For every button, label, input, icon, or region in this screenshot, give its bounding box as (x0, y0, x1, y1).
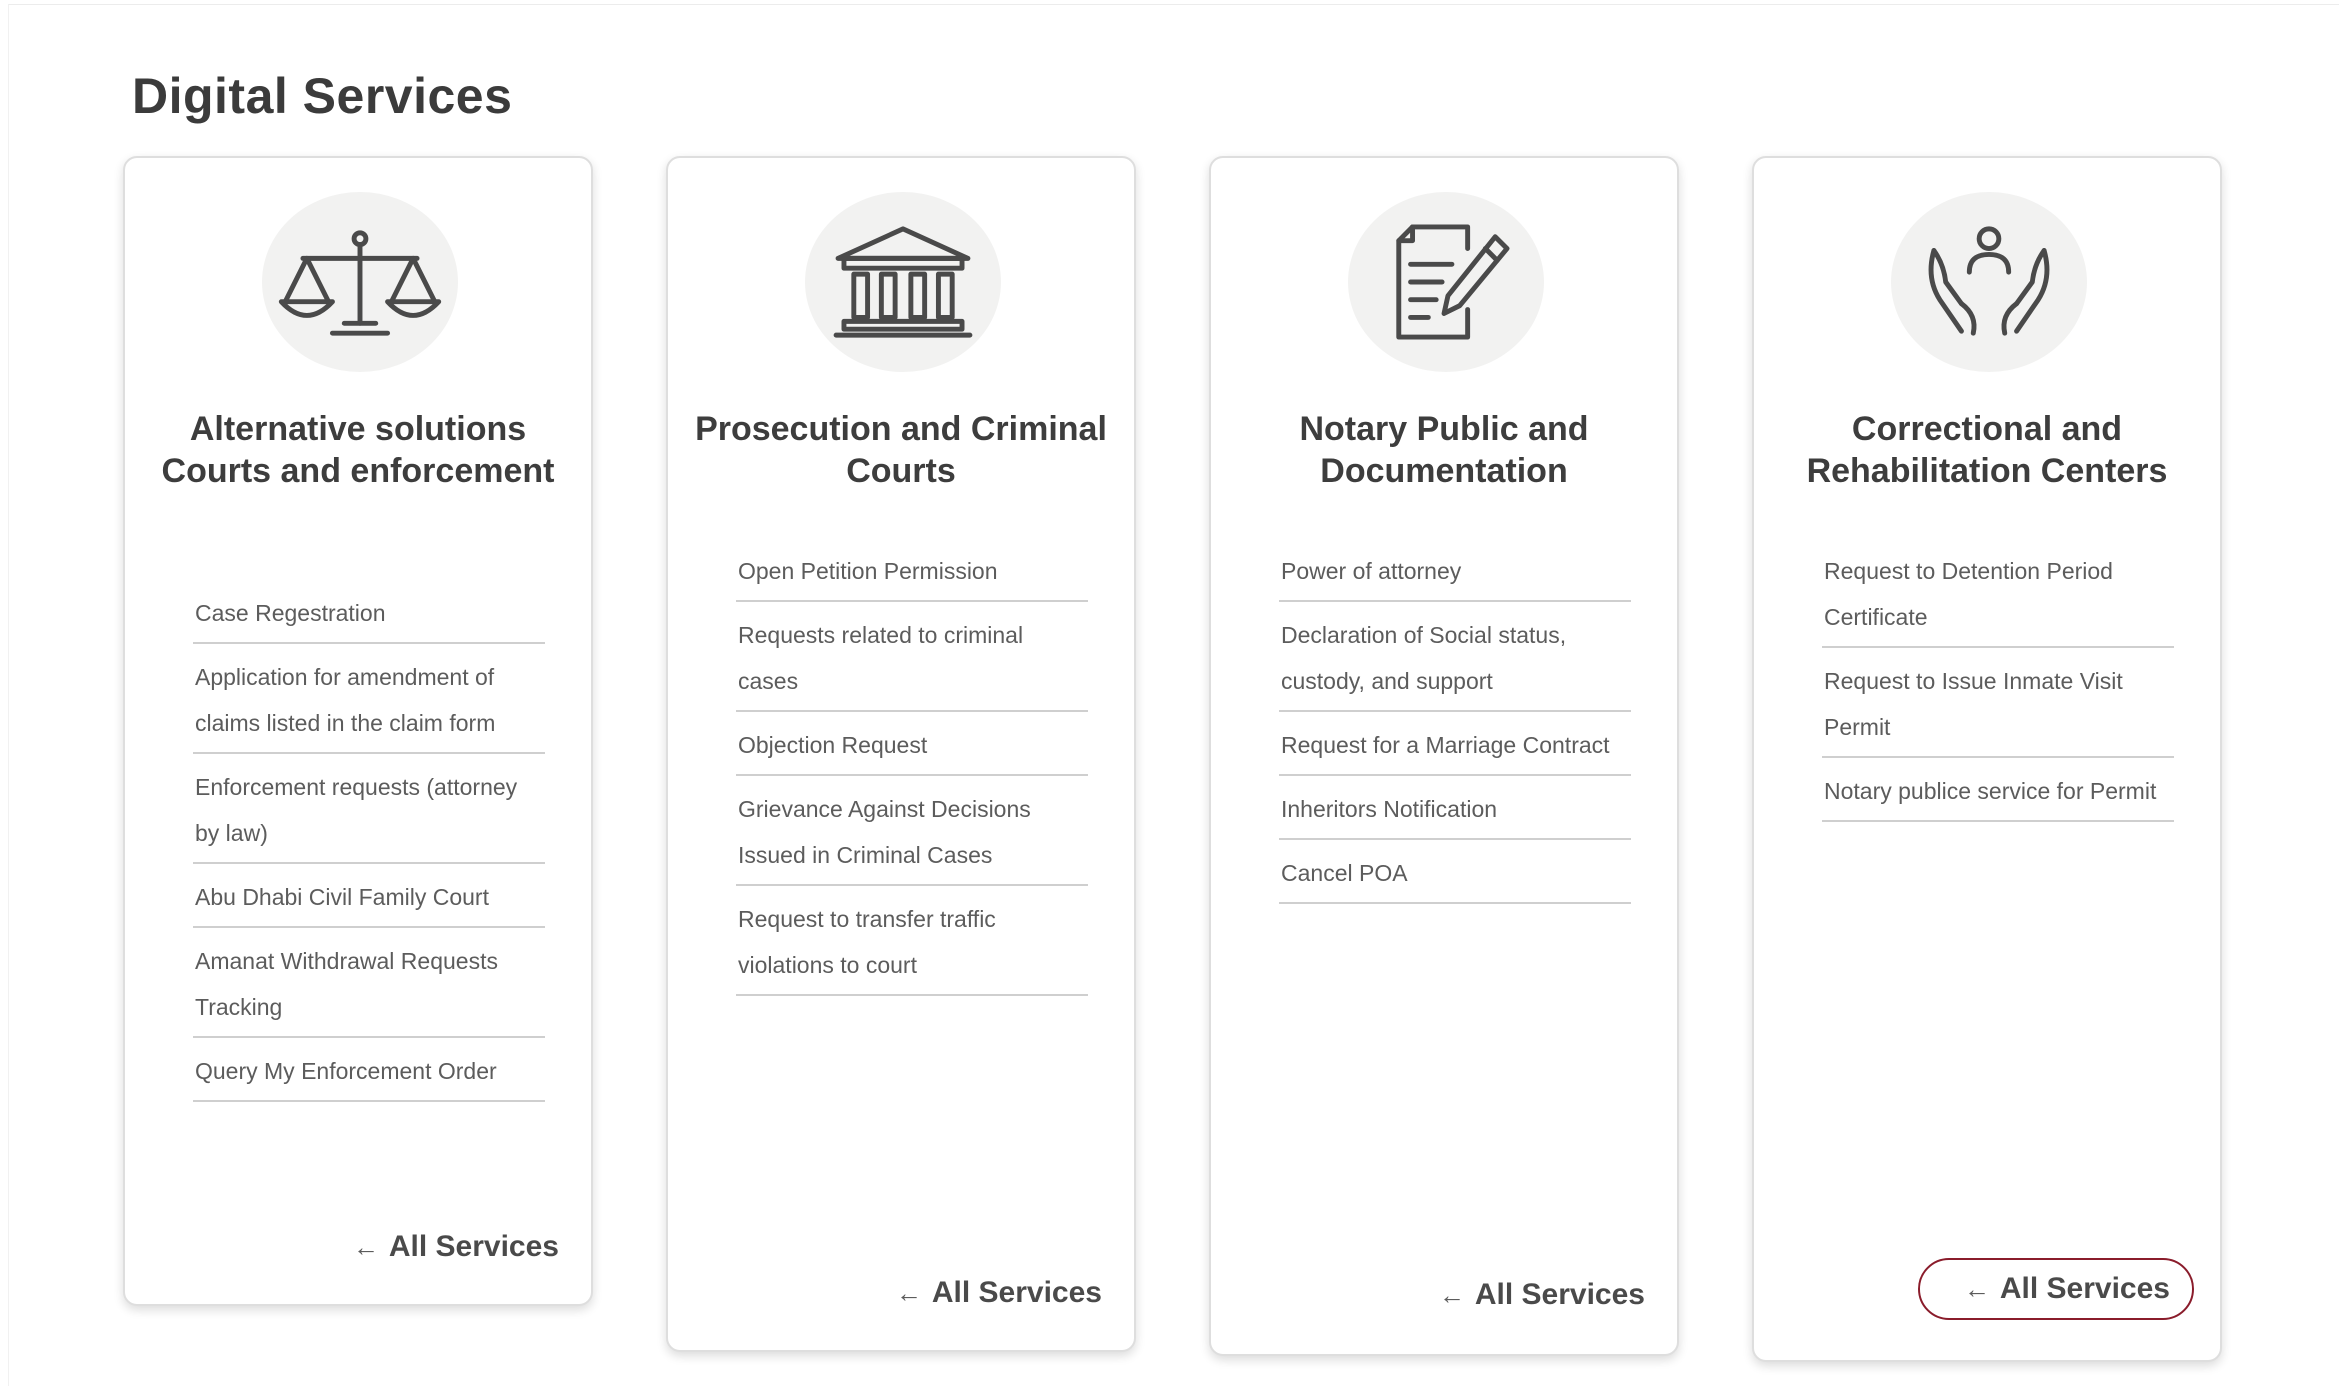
service-link-marriage-contract[interactable]: Request for a Marriage Contract (1279, 722, 1631, 776)
all-services-button[interactable]: ← All Services (353, 1230, 559, 1264)
all-services-label: All Services (931, 1276, 1102, 1309)
service-card-prosecution: Prosecution and Criminal Courts Open Pet… (666, 156, 1136, 1352)
all-services-button[interactable]: ← All Services (1917, 1258, 2194, 1320)
document-pen-icon (1396, 224, 1510, 340)
all-services-button[interactable]: ← All Services (1439, 1278, 1645, 1312)
list-item: Amanat Withdrawal Requests Tracking (193, 938, 545, 1038)
service-link-traffic-violations[interactable]: Request to transfer traffic violations t… (736, 896, 1088, 996)
all-services-button[interactable]: ← All Services (896, 1276, 1102, 1310)
arrow-left-icon: ← (895, 1277, 922, 1308)
service-card-correctional: Correctional and Rehabilitation Centers … (1752, 156, 2222, 1362)
list-item: Objection Request (736, 722, 1088, 776)
card-title: Prosecution and Criminal Courts (695, 410, 1107, 490)
service-link-inheritors-notification[interactable]: Inheritors Notification (1279, 786, 1631, 840)
service-link-criminal-requests[interactable]: Requests related to criminal cases (736, 612, 1088, 712)
list-item: Power of attorney (1279, 548, 1631, 602)
list-item: Enforcement requests (attorney by law) (193, 764, 545, 864)
service-link-power-of-attorney[interactable]: Power of attorney (1279, 548, 1631, 602)
icon-circle (1348, 192, 1544, 372)
service-card-notary: Notary Public and Documentation Power of… (1209, 156, 1679, 1356)
icon-circle (262, 192, 458, 372)
list-item: Application for amendment of claims list… (193, 654, 545, 754)
list-item: Open Petition Permission (736, 548, 1088, 602)
service-link-notary-permit[interactable]: Notary publice service for Permit (1822, 768, 2174, 822)
service-card-alternative-solutions: Alternative solutions Courts and enforce… (123, 156, 593, 1306)
list-item: Declaration of Social status, custody, a… (1279, 612, 1631, 712)
list-item: Notary publice service for Permit (1822, 768, 2174, 822)
service-link-enforcement-order[interactable]: Query My Enforcement Order (193, 1048, 545, 1102)
digital-services-section: Digital Services Alternative solutions C… (8, 4, 2339, 1386)
service-link-cancel-poa[interactable]: Cancel POA (1279, 850, 1631, 904)
service-link-amanat-withdrawal[interactable]: Amanat Withdrawal Requests Tracking (193, 938, 545, 1038)
courthouse-icon (833, 226, 973, 338)
services-list: Case Regestration Application for amendm… (193, 590, 545, 1112)
list-item: Grievance Against Decisions Issued in Cr… (736, 786, 1088, 886)
list-item: Requests related to criminal cases (736, 612, 1088, 712)
list-item: Case Regestration (193, 590, 545, 644)
service-link-objection-request[interactable]: Objection Request (736, 722, 1088, 776)
list-item: Abu Dhabi Civil Family Court (193, 874, 545, 928)
list-item: Request for a Marriage Contract (1279, 722, 1631, 776)
list-item: Request to Issue Inmate Visit Permit (1822, 658, 2174, 758)
scales-of-justice-icon (278, 230, 442, 336)
service-link-social-status[interactable]: Declaration of Social status, custody, a… (1279, 612, 1631, 712)
list-item: Query My Enforcement Order (193, 1048, 545, 1102)
page-title: Digital Services (132, 68, 513, 124)
icon-circle (805, 192, 1001, 372)
services-list: Power of attorney Declaration of Social … (1279, 548, 1631, 914)
service-link-grievance[interactable]: Grievance Against Decisions Issued in Cr… (736, 786, 1088, 886)
service-link-inmate-visit-permit[interactable]: Request to Issue Inmate Visit Permit (1822, 658, 2174, 758)
arrow-left-icon: ← (352, 1231, 379, 1262)
all-services-label: All Services (388, 1230, 559, 1263)
all-services-label: All Services (1999, 1272, 2170, 1305)
card-title: Notary Public and Documentation (1299, 410, 1589, 490)
service-link-detention-certificate[interactable]: Request to Detention Period Certificate (1822, 548, 2174, 648)
icon-circle (1891, 192, 2087, 372)
service-link-enforcement-requests[interactable]: Enforcement requests (attorney by law) (193, 764, 545, 864)
services-list: Request to Detention Period Certificate … (1822, 548, 2174, 832)
list-item: Cancel POA (1279, 850, 1631, 904)
card-title: Correctional and Rehabilitation Centers (1806, 410, 2168, 490)
all-services-label: All Services (1474, 1278, 1645, 1311)
card-title: Alternative solutions Courts and enforce… (161, 410, 555, 490)
service-link-case-registration[interactable]: Case Regestration (193, 590, 545, 644)
arrow-left-icon: ← (1963, 1273, 1990, 1304)
service-link-civil-family-court[interactable]: Abu Dhabi Civil Family Court (193, 874, 545, 928)
list-item: Inheritors Notification (1279, 786, 1631, 840)
service-link-open-petition[interactable]: Open Petition Permission (736, 548, 1088, 602)
service-link-amend-claims[interactable]: Application for amendment of claims list… (193, 654, 545, 754)
arrow-left-icon: ← (1438, 1279, 1465, 1310)
list-item: Request to transfer traffic violations t… (736, 896, 1088, 996)
services-list: Open Petition Permission Requests relate… (736, 548, 1088, 1006)
hands-care-icon (1928, 226, 2050, 336)
list-item: Request to Detention Period Certificate (1822, 548, 2174, 648)
